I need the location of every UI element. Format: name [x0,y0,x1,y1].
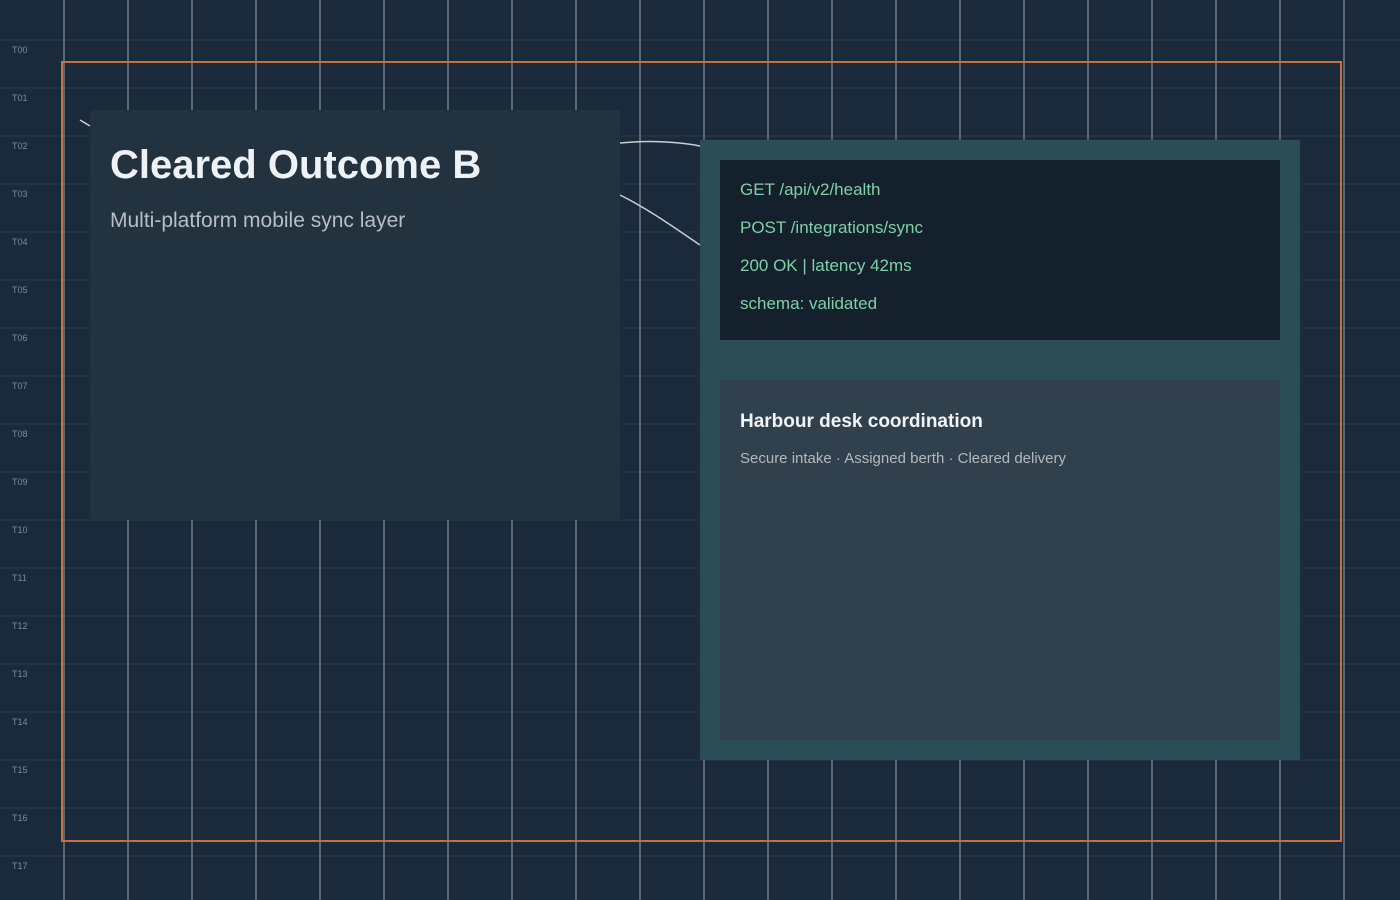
console-line: GET /api/v2/health [740,180,881,199]
hero-card[interactable]: Cleared Outcome B Multi-platform mobile … [90,110,620,520]
hero-title: Cleared Outcome B [110,143,482,187]
row-label: T12 [12,621,28,631]
row-label: T00 [12,45,28,55]
row-label: T11 [12,573,27,583]
row-label: T05 [12,285,28,295]
info-card-subtitle: Secure intake · Assigned berth · Cleared… [740,450,1067,467]
row-label: T06 [12,333,28,343]
console-line: 200 OK | latency 42ms [740,256,912,275]
row-label: T14 [12,717,28,727]
console-line: schema: validated [740,294,878,313]
row-label: T16 [12,813,28,823]
api-panel: GET /api/v2/health POST /integrations/sy… [700,140,1300,760]
row-label: T01 [12,93,28,103]
row-label: T02 [12,141,28,151]
api-console: GET /api/v2/health POST /integrations/sy… [720,160,1280,340]
hero-subtitle: Multi-platform mobile sync layer [110,209,406,232]
row-label: T07 [12,381,28,391]
row-label: T13 [12,669,28,679]
row-label: T15 [12,765,28,775]
info-card-title: Harbour desk coordination [740,411,983,432]
row-label: T09 [12,477,28,487]
row-label: T17 [12,861,28,871]
row-label: T03 [12,189,28,199]
console-line: POST /integrations/sync [740,218,923,237]
row-label: T08 [12,429,28,439]
row-label: T04 [12,237,28,247]
canvas: T00 T01 T02 T03 T04 T05 T06 T07 T08 T09 T10 T11 T12 T… [0,0,1400,900]
row-label: T10 [12,525,28,535]
info-card[interactable]: Harbour desk coordination Secure intake … [720,380,1280,740]
